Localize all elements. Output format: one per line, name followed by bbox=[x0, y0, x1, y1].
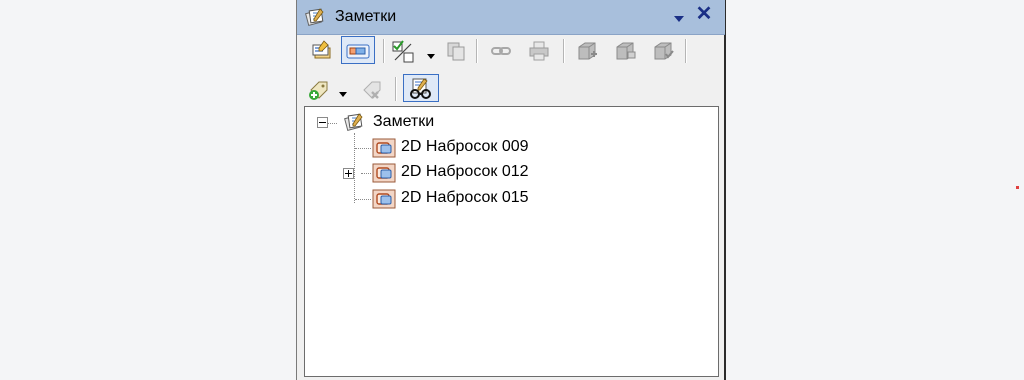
select-mode-dropdown[interactable] bbox=[427, 47, 435, 59]
sketch-icon bbox=[372, 138, 396, 158]
box-edit-button[interactable] bbox=[611, 37, 639, 65]
box-edit-icon bbox=[616, 42, 636, 60]
notes-icon bbox=[304, 7, 326, 27]
notes-panel: Заметки ✕ Заметки 2D Набросок 009 2D Наб… bbox=[296, 0, 726, 380]
notes-tree[interactable]: Заметки 2D Набросок 009 2D Набросок 012 … bbox=[304, 106, 719, 377]
panel-title: Заметки bbox=[335, 8, 397, 25]
tag-remove-icon bbox=[363, 81, 381, 99]
link-button[interactable] bbox=[487, 37, 515, 65]
tag-add-icon bbox=[309, 81, 328, 100]
tree-node-label: 2D Набросок 012 bbox=[401, 163, 529, 180]
link-icon bbox=[491, 47, 511, 55]
sketch-icon bbox=[372, 163, 396, 183]
show-notes-button[interactable] bbox=[341, 36, 375, 64]
copy-button[interactable] bbox=[442, 37, 470, 65]
glasses-icon bbox=[410, 78, 431, 99]
toolbar-separator bbox=[395, 77, 396, 101]
properties-icon bbox=[312, 40, 331, 59]
note-view-icon bbox=[346, 44, 370, 59]
add-tag-dropdown[interactable] bbox=[339, 85, 347, 97]
sketch-icon bbox=[372, 189, 396, 209]
close-button[interactable]: ✕ bbox=[695, 3, 713, 25]
tree-node[interactable]: 2D Набросок 015 bbox=[305, 188, 605, 210]
toolbar-separator bbox=[563, 39, 564, 63]
toolbar-separator bbox=[685, 39, 686, 63]
tree-node-label: 2D Набросок 009 bbox=[401, 138, 529, 155]
copy-icon bbox=[447, 42, 465, 61]
box-check-button[interactable] bbox=[649, 37, 677, 65]
notes-icon bbox=[343, 112, 365, 132]
select-mode-button[interactable] bbox=[388, 37, 416, 65]
panel-titlebar[interactable]: Заметки ✕ bbox=[297, 0, 725, 35]
printer-icon bbox=[529, 41, 549, 61]
view-glasses-button[interactable] bbox=[403, 74, 439, 102]
tree-node[interactable]: 2D Набросок 009 bbox=[305, 137, 605, 159]
box-add-button[interactable] bbox=[573, 37, 601, 65]
edge-marker bbox=[1016, 186, 1019, 189]
box-add-icon bbox=[578, 42, 597, 60]
box-check-icon bbox=[654, 42, 674, 60]
properties-button[interactable] bbox=[308, 37, 336, 65]
toolbar-separator bbox=[476, 39, 477, 63]
tree-node[interactable]: 2D Набросок 012 bbox=[305, 162, 605, 184]
collapse-toggle[interactable] bbox=[317, 117, 328, 128]
remove-tag-button[interactable] bbox=[357, 75, 385, 103]
toolbar-row-2 bbox=[297, 74, 725, 104]
chevron-down-icon[interactable] bbox=[673, 11, 685, 22]
tree-root-node[interactable]: Заметки bbox=[305, 112, 605, 134]
checkbox-select-icon bbox=[392, 40, 414, 63]
toolbar-separator bbox=[383, 39, 384, 63]
tree-root-label: Заметки bbox=[373, 113, 435, 130]
expand-toggle[interactable] bbox=[343, 168, 354, 179]
print-button[interactable] bbox=[525, 37, 553, 65]
add-tag-button[interactable] bbox=[304, 75, 332, 103]
tree-node-label: 2D Набросок 015 bbox=[401, 189, 529, 206]
toolbar-row-1 bbox=[297, 36, 725, 66]
